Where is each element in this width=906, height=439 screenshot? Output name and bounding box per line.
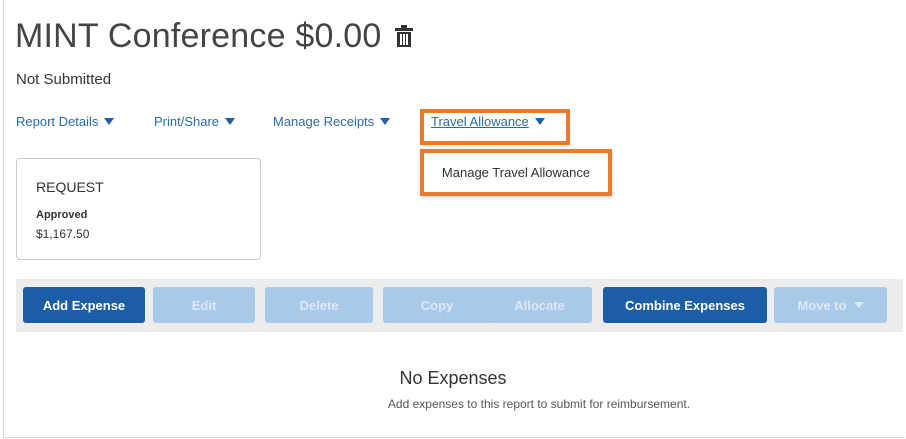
request-card[interactable]: REQUEST Approved $1,167.50 [16,158,261,260]
travel-allowance-highlight [420,109,570,145]
caret-down-icon [225,117,236,125]
menu-manage-receipts-label: Manage Receipts [273,113,375,129]
caret-down-icon [380,117,391,125]
move-to-label: Move to [797,297,847,313]
empty-state-description: Add expenses to this report to submit fo… [387,397,691,411]
menu-manage-receipts[interactable]: Manage Receipts [273,113,391,129]
combine-expenses-button[interactable]: Combine Expenses [603,287,767,323]
caret-down-icon [853,302,864,308]
report-header: MINT Conference $0.00 [15,14,414,58]
menu-report-details-label: Report Details [16,113,99,129]
copy-button[interactable]: Copy [383,287,491,323]
menu-print-share-label: Print/Share [154,113,220,129]
menu-print-share[interactable]: Print/Share [154,113,236,129]
edit-button[interactable]: Edit [153,287,255,323]
caret-down-icon [104,117,115,125]
request-card-title: REQUEST [36,179,104,195]
request-card-amount: $1,167.50 [36,227,90,241]
menu-report-details[interactable]: Report Details [16,113,115,129]
request-card-status: Approved [36,209,88,221]
empty-state-title: No Expenses [399,368,507,388]
travel-allowance-dropdown: Manage Travel Allowance [420,149,612,196]
trash-icon[interactable] [395,25,414,47]
expense-toolbar: Add Expense Edit Delete Copy Allocate Co… [16,279,903,332]
delete-button[interactable]: Delete [265,287,373,323]
report-title: MINT Conference $0.00 [15,16,382,55]
report-status: Not Submitted [16,71,112,88]
allocate-button[interactable]: Allocate [487,287,592,323]
dropdown-item-manage-travel-allowance[interactable]: Manage Travel Allowance [442,165,590,180]
move-to-button[interactable]: Move to [774,287,887,323]
add-expense-button[interactable]: Add Expense [23,287,145,323]
